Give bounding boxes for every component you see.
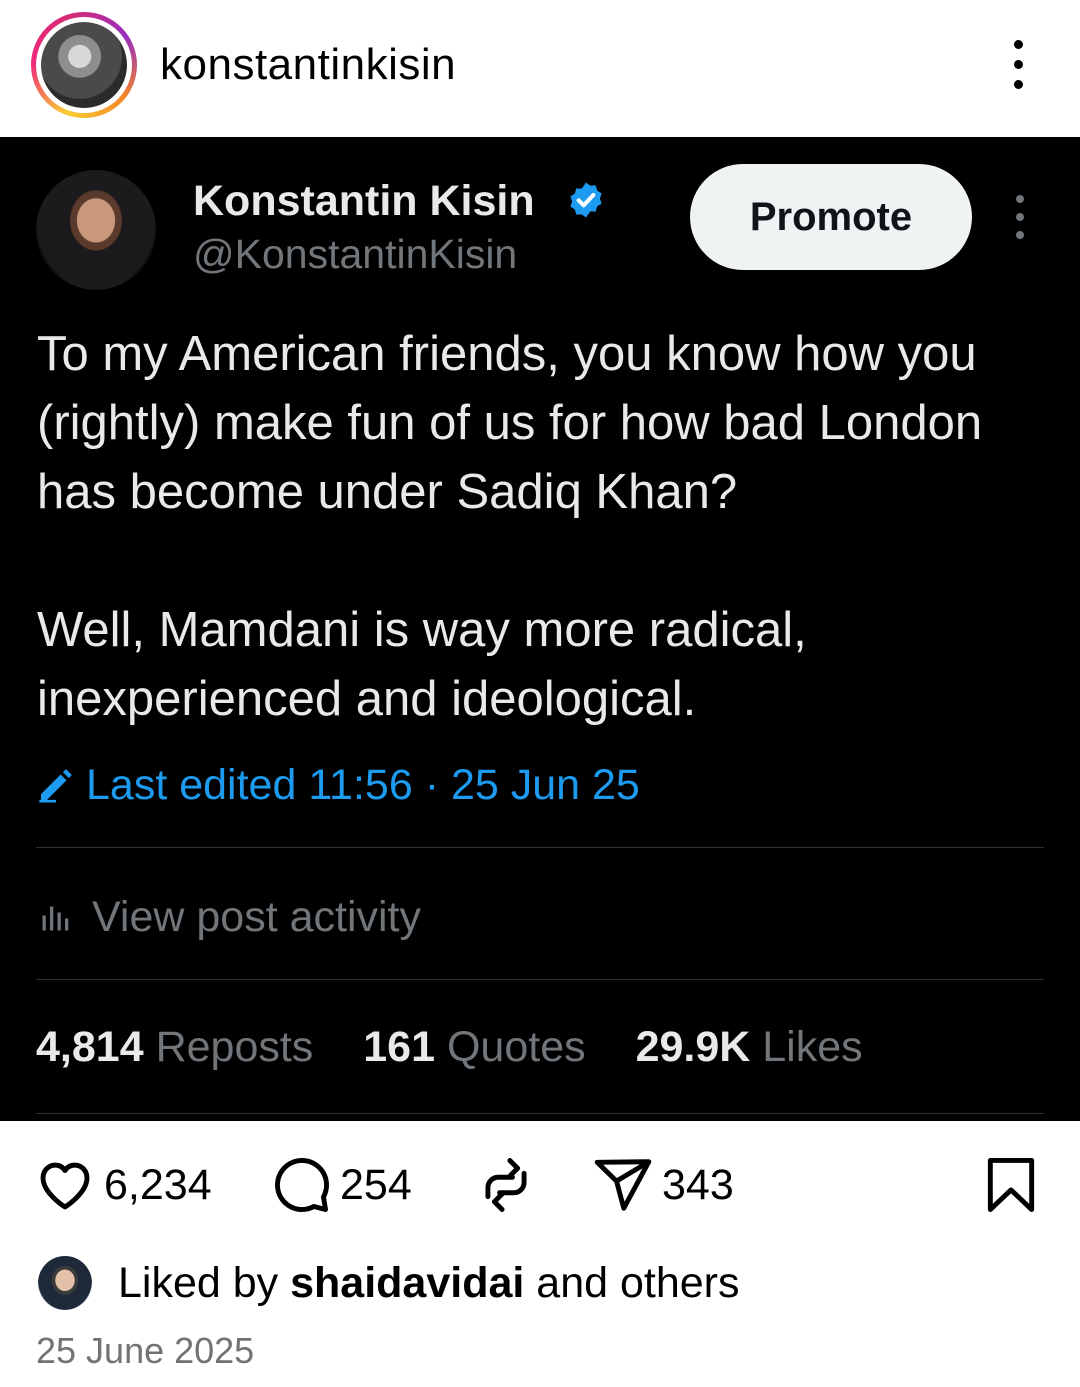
view-post-activity: View post activity — [38, 887, 421, 947]
repost-icon[interactable] — [475, 1154, 537, 1216]
reposts-count: 4,814 — [36, 1023, 144, 1071]
comments-count[interactable]: 254 — [340, 1161, 412, 1210]
tweet-likes-count: 29.9K — [635, 1023, 751, 1071]
tweet-author-name: Konstantin Kisin — [193, 177, 535, 225]
heart-icon[interactable] — [34, 1154, 96, 1216]
tweet-card: Konstantin Kisin @KonstantinKisin Promot… — [0, 137, 1080, 1121]
share-action[interactable]: 343 — [592, 1150, 734, 1220]
liked-by-text[interactable]: Liked by shaidavidai and others — [118, 1259, 739, 1308]
edit-pencil-icon — [39, 769, 72, 803]
divider — [36, 847, 1044, 848]
divider — [36, 1113, 1044, 1114]
tweet-stats: 4,814 Reposts 161 Quotes 29.9K Likes — [36, 1023, 863, 1072]
quotes-count: 161 — [363, 1023, 436, 1071]
tweet-more-icon — [1006, 195, 1034, 241]
quotes-label: Quotes — [446, 1023, 586, 1071]
edited-timestamp: Last edited 11:56 · 25 Jun 25 — [86, 760, 640, 809]
comment-action[interactable]: 254 — [270, 1150, 412, 1220]
send-icon[interactable] — [592, 1154, 654, 1216]
tweet-author-avatar — [36, 170, 156, 290]
tweet-likes-label: Likes — [762, 1023, 863, 1071]
verified-badge-icon — [570, 182, 602, 218]
repost-action[interactable] — [475, 1150, 537, 1220]
more-icon[interactable] — [1003, 40, 1033, 90]
post-header: konstantinkisin — [0, 0, 1080, 137]
tweet-text: To my American friends, you know how you… — [37, 320, 1047, 734]
edited-indicator: Last edited 11:56 · 25 Jun 25 — [36, 757, 640, 813]
bookmark-icon[interactable] — [980, 1154, 1042, 1216]
liked-by-prefix: Liked by — [118, 1258, 291, 1307]
likes-count[interactable]: 6,234 — [104, 1161, 212, 1210]
reposts-label: Reposts — [155, 1023, 314, 1071]
tweet-paragraph: Well, Mamdani is way more radical, inexp… — [37, 603, 807, 726]
like-action[interactable]: 6,234 — [34, 1150, 212, 1220]
divider — [36, 979, 1044, 980]
comment-icon[interactable] — [270, 1154, 332, 1216]
bookmark-action[interactable] — [980, 1150, 1042, 1220]
liked-by-row[interactable]: Liked by shaidavidai and others — [38, 1253, 739, 1313]
view-post-activity-label: View post activity — [92, 892, 422, 941]
analytics-bars-icon — [42, 906, 69, 931]
post-date: 25 June 2025 — [36, 1330, 255, 1371]
liked-by-username[interactable]: shaidavidai — [290, 1259, 524, 1307]
profile-username[interactable]: konstantinkisin — [160, 40, 456, 90]
tweet-paragraph: To my American friends, you know how you… — [37, 327, 983, 519]
profile-avatar[interactable] — [31, 12, 137, 118]
shares-count[interactable]: 343 — [662, 1161, 734, 1210]
tweet-author-handle: @KonstantinKisin — [193, 231, 518, 277]
promote-button: Promote — [690, 164, 972, 270]
liked-by-suffix[interactable]: and others — [524, 1259, 739, 1307]
liker-avatar[interactable] — [38, 1256, 92, 1310]
